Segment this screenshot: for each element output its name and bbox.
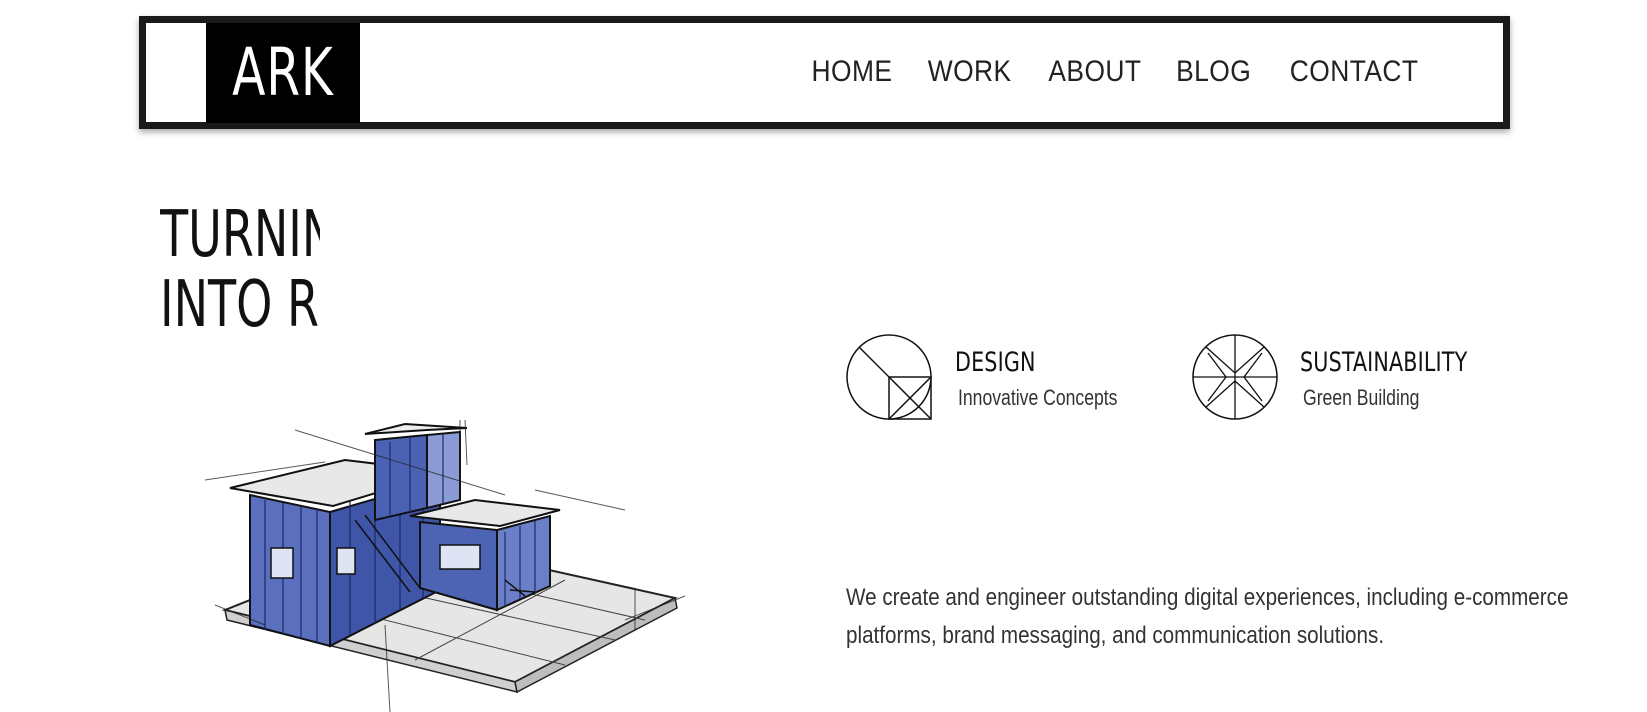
description-line-1: We create and engineer outstanding digit… [846,584,1569,611]
sustainability-spokes-icon [1192,334,1278,420]
feature-design-title: DESIGN [955,347,1036,378]
building-sketch-illustration [205,420,686,712]
nav-home[interactable]: HOME [812,57,893,87]
hero-title-line-2: INTO RE [160,268,320,342]
hero-title: TURNING INTO RE [160,200,320,350]
feature-sustainability-subtitle: Green Building [1303,385,1420,410]
nav-blog[interactable]: BLOG [1176,57,1251,87]
feature-sustainability-title: SUSTAINABILITY [1300,347,1468,378]
logo[interactable]: ARK [206,23,360,123]
site-header: ARK HOME WORK ABOUT BLOG CONTACT [139,16,1510,129]
logo-text: ARK [232,34,334,111]
nav-work[interactable]: WORK [928,57,1012,87]
description-line-2: platforms, brand messaging, and communic… [846,622,1385,649]
design-circle-square-icon [846,334,932,420]
hero-title-line-1: TURNING [160,200,320,272]
nav-about[interactable]: ABOUT [1048,57,1141,87]
company-description: We create and engineer outstanding digit… [846,579,1569,655]
main-nav: HOME WORK ABOUT BLOG CONTACT [806,57,1427,87]
nav-contact[interactable]: CONTACT [1290,57,1419,87]
feature-design-subtitle: Innovative Concepts [958,385,1118,410]
